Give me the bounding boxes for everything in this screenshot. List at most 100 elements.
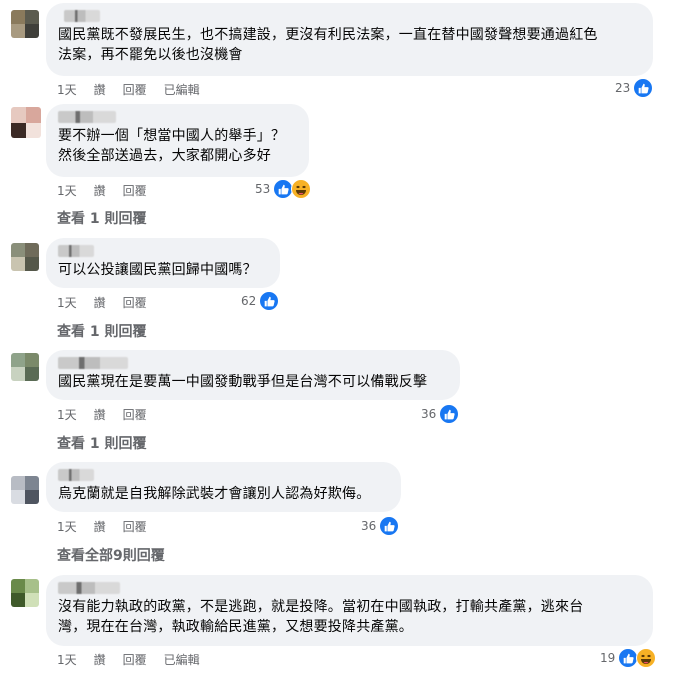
reactions-summary[interactable]: 23 bbox=[615, 78, 654, 98]
reply-button[interactable]: 回覆 bbox=[123, 651, 147, 668]
comment-text: 國民黨現在是要萬一中國發動戰爭但是台灣不可以備戰反擊 bbox=[58, 372, 448, 392]
comment-bubble: 要不辦一個「想當中國人的舉手」？ 然後全部送過去，大家都開心多好 bbox=[46, 104, 309, 177]
avatar-pixel bbox=[11, 353, 25, 367]
avatar-pixel bbox=[25, 367, 39, 381]
comment-text: 要不辦一個「想當中國人的舉手」？ 然後全部送過去，大家都開心多好 bbox=[58, 126, 297, 166]
avatar[interactable] bbox=[11, 243, 39, 271]
like-button[interactable]: 讚 bbox=[94, 294, 106, 311]
avatar-pixel bbox=[11, 367, 25, 381]
like-button[interactable]: 讚 bbox=[94, 81, 106, 98]
avatar-pixel bbox=[25, 490, 39, 504]
avatar-pixel bbox=[25, 257, 39, 271]
reaction-count: 36 bbox=[421, 407, 437, 421]
comment-bubble: 國民黨現在是要萬一中國發動戰爭但是台灣不可以備戰反擊 bbox=[46, 350, 460, 400]
view-replies-link[interactable]: 查看 1 則回覆 bbox=[57, 433, 147, 453]
timestamp-link[interactable]: 1天 bbox=[57, 182, 77, 199]
edited-label: 已編輯 bbox=[163, 83, 200, 97]
comment-text: 可以公投讓國民黨回歸中國嗎？ bbox=[58, 260, 268, 280]
avatar[interactable] bbox=[11, 353, 39, 381]
reply-button[interactable]: 回覆 bbox=[123, 182, 147, 199]
commenter-name-redacted[interactable] bbox=[64, 10, 100, 22]
commenter-name-redacted[interactable] bbox=[58, 469, 94, 481]
avatar-pixel bbox=[11, 257, 25, 271]
reactions-summary[interactable]: 62 bbox=[241, 291, 280, 311]
comment-text: 沒有能力執政的政黨，不是逃跑，就是投降。當初在中國執政，打輸共產黨，逃來台 灣，… bbox=[58, 597, 641, 637]
avatar-pixel bbox=[26, 107, 41, 123]
reply-button[interactable]: 回覆 bbox=[123, 294, 147, 311]
comment-bubble: 沒有能力執政的政黨，不是逃跑，就是投降。當初在中國執政，打輸共產黨，逃來台 灣，… bbox=[46, 575, 653, 646]
like-reaction-icon bbox=[439, 404, 460, 424]
comment-text-line: 烏克蘭就是自我解除武裝才會讓別人認為好欺侮。 bbox=[58, 486, 371, 502]
comment-text-line: 灣，現在在台灣，執政輸給民進黨，又想要投降共產黨。 bbox=[58, 619, 413, 635]
avatar-pixel bbox=[11, 24, 25, 38]
reactions-summary[interactable]: 36 bbox=[421, 404, 460, 424]
like-reaction-icon bbox=[273, 179, 294, 199]
comment-actions: 1天 讚 回覆 已編輯 bbox=[57, 651, 217, 668]
haha-reaction-icon bbox=[291, 179, 312, 199]
avatar-pixel bbox=[25, 353, 39, 367]
comment-text-line: 然後全部送過去，大家都開心多好 bbox=[58, 148, 271, 164]
comment-actions: 1天 讚 回覆 bbox=[57, 294, 164, 311]
comment-actions: 1天 讚 回覆 bbox=[57, 406, 164, 423]
edited-label: 已編輯 bbox=[163, 653, 200, 667]
reaction-count: 19 bbox=[600, 651, 616, 665]
reactions-summary[interactable]: 19 bbox=[600, 648, 657, 668]
avatar-pixel bbox=[11, 476, 25, 490]
reaction-count: 23 bbox=[615, 81, 631, 95]
commenter-name-redacted[interactable] bbox=[58, 357, 128, 369]
avatar[interactable] bbox=[11, 476, 39, 504]
timestamp-link[interactable]: 1天 bbox=[57, 651, 77, 668]
view-replies-link[interactable]: 查看 1 則回覆 bbox=[57, 208, 147, 228]
timestamp-link[interactable]: 1天 bbox=[57, 518, 77, 535]
avatar-pixel bbox=[11, 107, 26, 123]
like-reaction-icon bbox=[259, 291, 280, 311]
comment-bubble: 國民黨既不發展民生，也不搞建設，更沒有利民法案，一直在替中國發聲想要通過紅色 法… bbox=[46, 3, 653, 76]
reply-button[interactable]: 回覆 bbox=[123, 406, 147, 423]
avatar-pixel bbox=[25, 24, 39, 38]
avatar-pixel bbox=[25, 10, 39, 24]
comment-bubble: 烏克蘭就是自我解除武裝才會讓別人認為好欺侮。 bbox=[46, 462, 401, 512]
like-reaction-icon bbox=[379, 516, 400, 536]
like-button[interactable]: 讚 bbox=[94, 651, 106, 668]
avatar-pixel bbox=[25, 593, 39, 607]
reaction-count: 62 bbox=[241, 294, 257, 308]
avatar-pixel bbox=[26, 122, 41, 138]
like-button[interactable]: 讚 bbox=[94, 518, 106, 535]
view-replies-link[interactable]: 查看 1 則回覆 bbox=[57, 321, 147, 341]
like-button[interactable]: 讚 bbox=[94, 406, 106, 423]
comment-actions: 1天 讚 回覆 bbox=[57, 518, 164, 535]
avatar-pixel bbox=[25, 243, 39, 257]
avatar-pixel bbox=[11, 122, 26, 138]
commenter-name-redacted[interactable] bbox=[58, 245, 94, 257]
avatar[interactable] bbox=[11, 579, 39, 607]
commenter-name-redacted[interactable] bbox=[58, 582, 120, 594]
commenter-name-redacted[interactable] bbox=[58, 111, 116, 123]
comment-actions: 1天 讚 回覆 已編輯 bbox=[57, 81, 217, 98]
comment-text-line: 國民黨既不發展民生，也不搞建設，更沒有利民法案，一直在替中國發聲想要通過紅色 bbox=[58, 27, 598, 43]
avatar-pixel bbox=[11, 490, 25, 504]
reactions-summary[interactable]: 36 bbox=[361, 516, 400, 536]
like-button[interactable]: 讚 bbox=[94, 182, 106, 199]
reply-button[interactable]: 回覆 bbox=[123, 81, 147, 98]
comment-bubble: 可以公投讓國民黨回歸中國嗎？ bbox=[46, 238, 280, 288]
comment-text-line: 國民黨現在是要萬一中國發動戰爭但是台灣不可以備戰反擊 bbox=[58, 374, 428, 390]
timestamp-link[interactable]: 1天 bbox=[57, 406, 77, 423]
comment-actions: 1天 讚 回覆 bbox=[57, 182, 164, 199]
avatar[interactable] bbox=[11, 10, 39, 38]
reply-button[interactable]: 回覆 bbox=[123, 518, 147, 535]
comment-text: 烏克蘭就是自我解除武裝才會讓別人認為好欺侮。 bbox=[58, 484, 389, 504]
avatar-pixel bbox=[25, 476, 39, 490]
comment-text-line: 要不辦一個「想當中國人的舉手」？ bbox=[58, 128, 286, 144]
timestamp-link[interactable]: 1天 bbox=[57, 81, 77, 98]
like-reaction-icon bbox=[633, 78, 654, 98]
avatar-pixel bbox=[11, 593, 25, 607]
reaction-count: 36 bbox=[361, 519, 377, 533]
timestamp-link[interactable]: 1天 bbox=[57, 294, 77, 311]
avatar-pixel bbox=[11, 579, 25, 593]
comment-text-line: 沒有能力執政的政黨，不是逃跑，就是投降。當初在中國執政，打輸共產黨，逃來台 bbox=[58, 599, 584, 615]
avatar[interactable] bbox=[11, 107, 41, 138]
view-replies-link[interactable]: 查看全部9則回覆 bbox=[57, 545, 165, 565]
comment-text: 國民黨既不發展民生，也不搞建設，更沒有利民法案，一直在替中國發聲想要通過紅色 法… bbox=[58, 25, 641, 65]
reactions-summary[interactable]: 53 bbox=[255, 179, 312, 199]
comment-text-line: 可以公投讓國民黨回歸中國嗎？ bbox=[58, 262, 257, 278]
